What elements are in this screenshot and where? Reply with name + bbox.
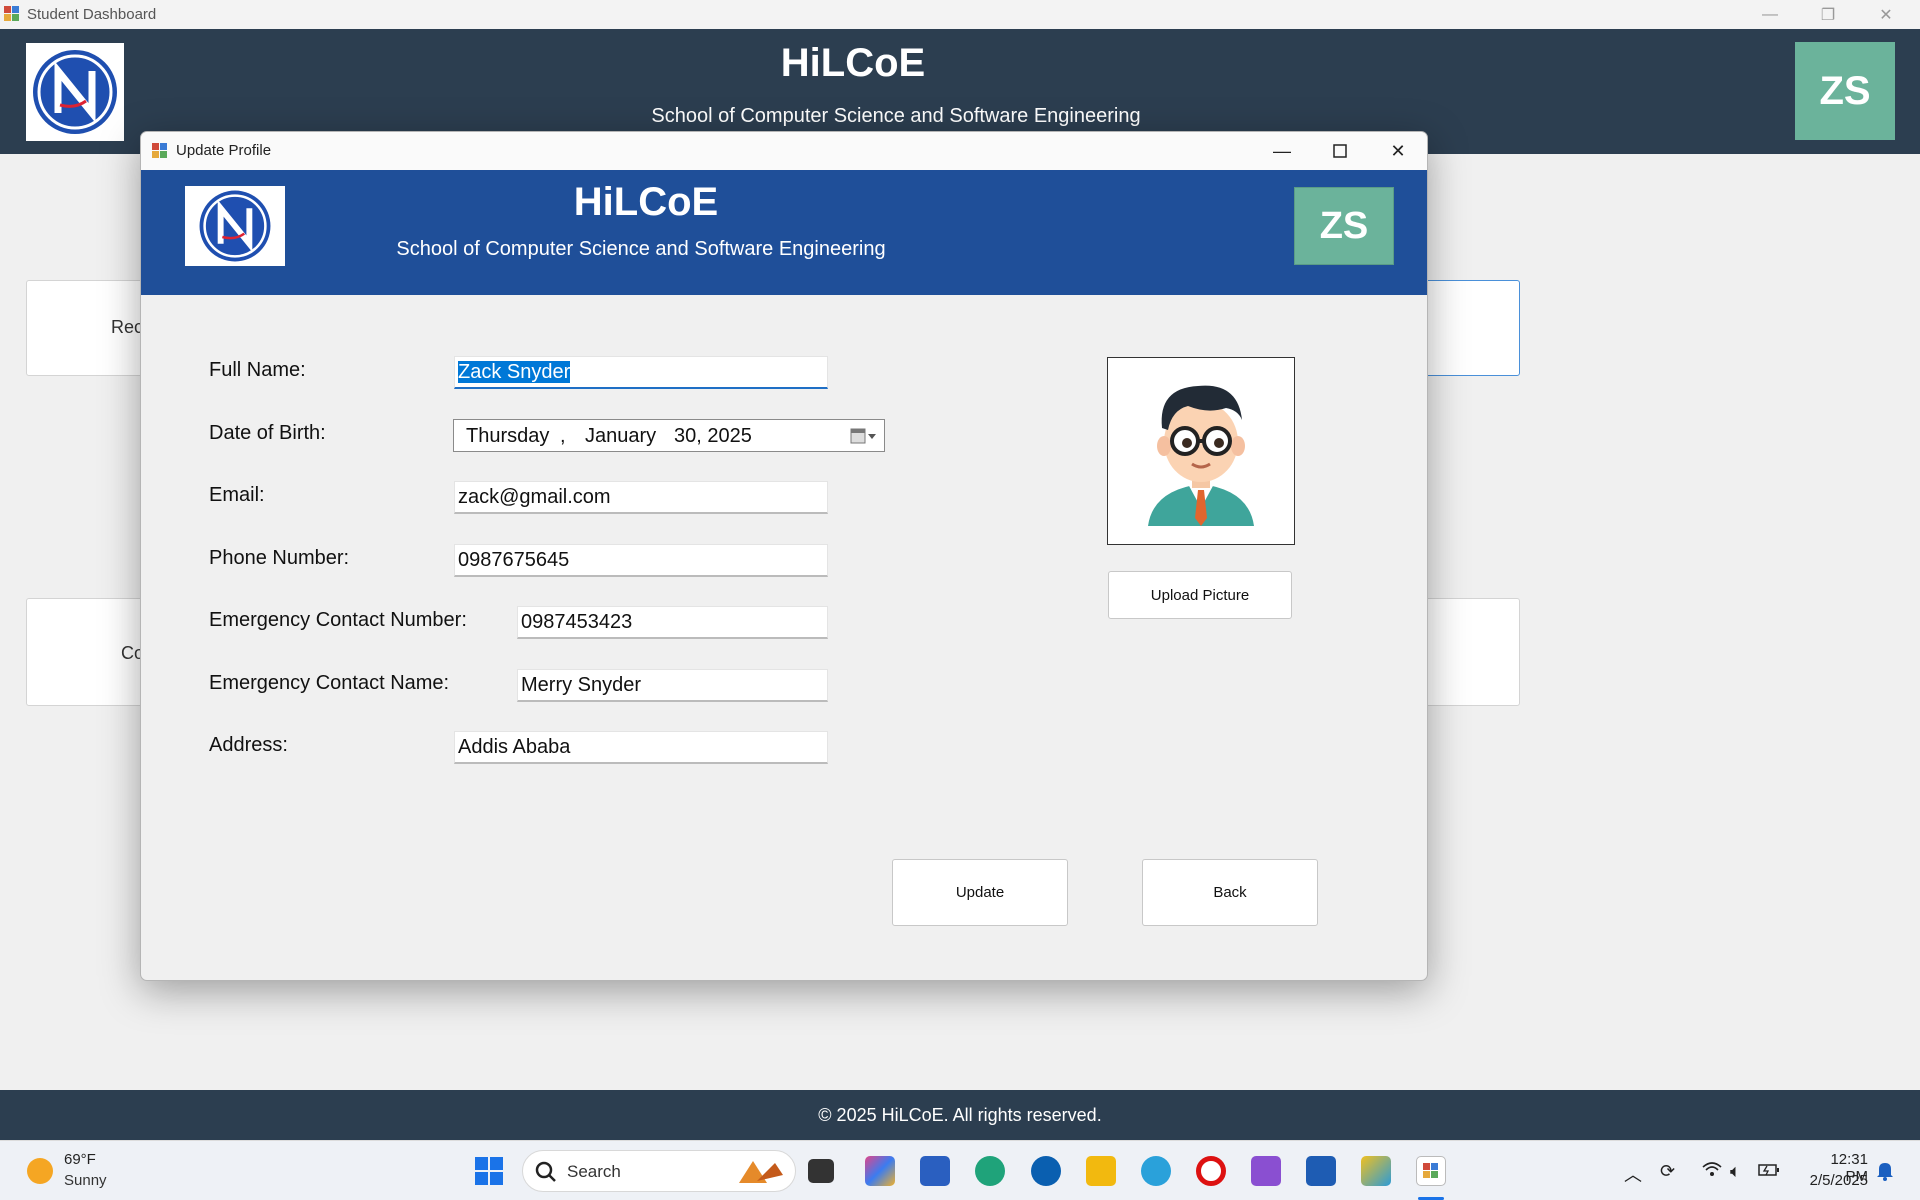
visual-studio-icon[interactable]: [1251, 1156, 1281, 1186]
minimize-icon[interactable]: —: [1741, 0, 1799, 29]
chevron-up-icon[interactable]: ︿: [1624, 1161, 1642, 1187]
app-icon: [152, 143, 168, 159]
dialog-header-title: HiLCoE: [573, 180, 719, 224]
emergency-number-field[interactable]: 0987453423: [517, 606, 828, 639]
search-icon: [535, 1161, 556, 1182]
back-button[interactable]: Back: [1142, 859, 1318, 926]
dialog-titlebar: Update Profile — ✕: [141, 132, 1427, 170]
sun-icon[interactable]: [27, 1158, 53, 1184]
minimize-icon[interactable]: —: [1253, 132, 1311, 170]
dob-label: Date of Birth:: [209, 422, 326, 444]
dob-date-year: 30, 2025: [674, 425, 752, 447]
dashboard-titlebar: Student Dashboard — ❐ ✕: [0, 0, 1920, 29]
dashboard-header-subtitle: School of Computer Science and Software …: [651, 105, 1141, 127]
dialog-title: Update Profile: [176, 142, 272, 159]
calendar-dropdown-icon[interactable]: [850, 426, 878, 446]
dashboard-footer: © 2025 HiLCoE. All rights reserved.: [0, 1090, 1920, 1140]
maximize-icon[interactable]: [1311, 132, 1369, 170]
full-name-value: Zack Snyder: [458, 361, 571, 383]
update-button[interactable]: Update: [892, 859, 1068, 926]
edge-icon[interactable]: [975, 1156, 1005, 1186]
winforms-app-icon[interactable]: [1416, 1156, 1446, 1186]
copilot-icon[interactable]: [865, 1156, 895, 1186]
emergency-name-field[interactable]: Merry Snyder: [517, 669, 828, 702]
avatar-cartoon-icon: [1148, 385, 1254, 526]
dialog-header: HiLCoE School of Computer Science and So…: [141, 170, 1427, 295]
task-view-icon[interactable]: [808, 1159, 834, 1183]
emergency-name-label: Emergency Contact Name:: [209, 672, 450, 694]
update-profile-dialog: Update Profile — ✕ HiLCoE School of Comp…: [140, 131, 1428, 981]
opera-icon[interactable]: [1196, 1156, 1226, 1186]
user-avatar: ZS: [1294, 187, 1394, 265]
user-avatar[interactable]: ZS: [1795, 42, 1895, 140]
notification-bell-icon[interactable]: [1876, 1161, 1894, 1186]
email-field[interactable]: zack@gmail.com: [454, 481, 828, 514]
close-icon[interactable]: ✕: [1369, 132, 1427, 170]
taskbar-search[interactable]: Search: [522, 1150, 796, 1192]
weather-temperature[interactable]: 69°F: [64, 1151, 96, 1168]
word-icon[interactable]: [1306, 1156, 1336, 1186]
close-icon[interactable]: ✕: [1857, 0, 1915, 29]
telegram-icon[interactable]: [1141, 1156, 1171, 1186]
emergency-number-label: Emergency Contact Number:: [209, 609, 467, 631]
full-name-label: Full Name:: [209, 359, 306, 381]
dashboard-card-top-left[interactable]: Rec: [26, 280, 156, 376]
dashboard-header-title: HiLCoE: [780, 41, 926, 85]
search-placeholder: Search: [567, 1162, 621, 1181]
phone-field[interactable]: 0987675645: [454, 544, 828, 577]
volume-icon[interactable]: 🔈︎: [1730, 1161, 1741, 1182]
dashboard-card-label: Rec: [111, 317, 144, 337]
phone-label: Phone Number:: [209, 547, 350, 569]
dashboard-card-bottom-left[interactable]: Co: [26, 598, 156, 706]
dob-month: January: [585, 425, 657, 447]
store-icon[interactable]: [920, 1156, 950, 1186]
battery-icon[interactable]: [1758, 1161, 1780, 1182]
start-icon[interactable]: [474, 1156, 504, 1186]
dell-icon[interactable]: [1031, 1156, 1061, 1186]
dob-day: Thursday: [466, 425, 550, 447]
full-name-field[interactable]: Zack Snyder: [454, 356, 828, 389]
snipping-tool-icon[interactable]: [1361, 1156, 1391, 1186]
dob-date-picker[interactable]: Thursday , January 30, 2025: [453, 419, 885, 452]
weather-condition[interactable]: Sunny: [64, 1172, 107, 1189]
restore-icon[interactable]: ❐: [1799, 0, 1857, 29]
sync-icon[interactable]: ⟳: [1660, 1161, 1675, 1182]
dialog-header-subtitle: School of Computer Science and Software …: [396, 238, 886, 260]
file-explorer-icon[interactable]: [1086, 1156, 1116, 1186]
app-icon: [4, 6, 20, 22]
address-label: Address:: [209, 734, 288, 756]
address-field[interactable]: Addis Ababa: [454, 731, 828, 764]
dashboard-window-title: Student Dashboard: [27, 6, 157, 23]
upload-picture-button[interactable]: Upload Picture: [1108, 571, 1292, 619]
dob-separator: ,: [560, 425, 566, 447]
email-label: Email:: [209, 484, 265, 506]
profile-picture: [1107, 357, 1295, 545]
clock-date[interactable]: 2/5/2025: [1795, 1172, 1868, 1189]
search-highlight-icon: [739, 1161, 783, 1183]
wifi-icon[interactable]: [1702, 1161, 1722, 1182]
taskbar: 69°F Sunny Search ︿ ⟳ 🔈︎ 12:31 PM 2/5/20…: [0, 1140, 1920, 1200]
